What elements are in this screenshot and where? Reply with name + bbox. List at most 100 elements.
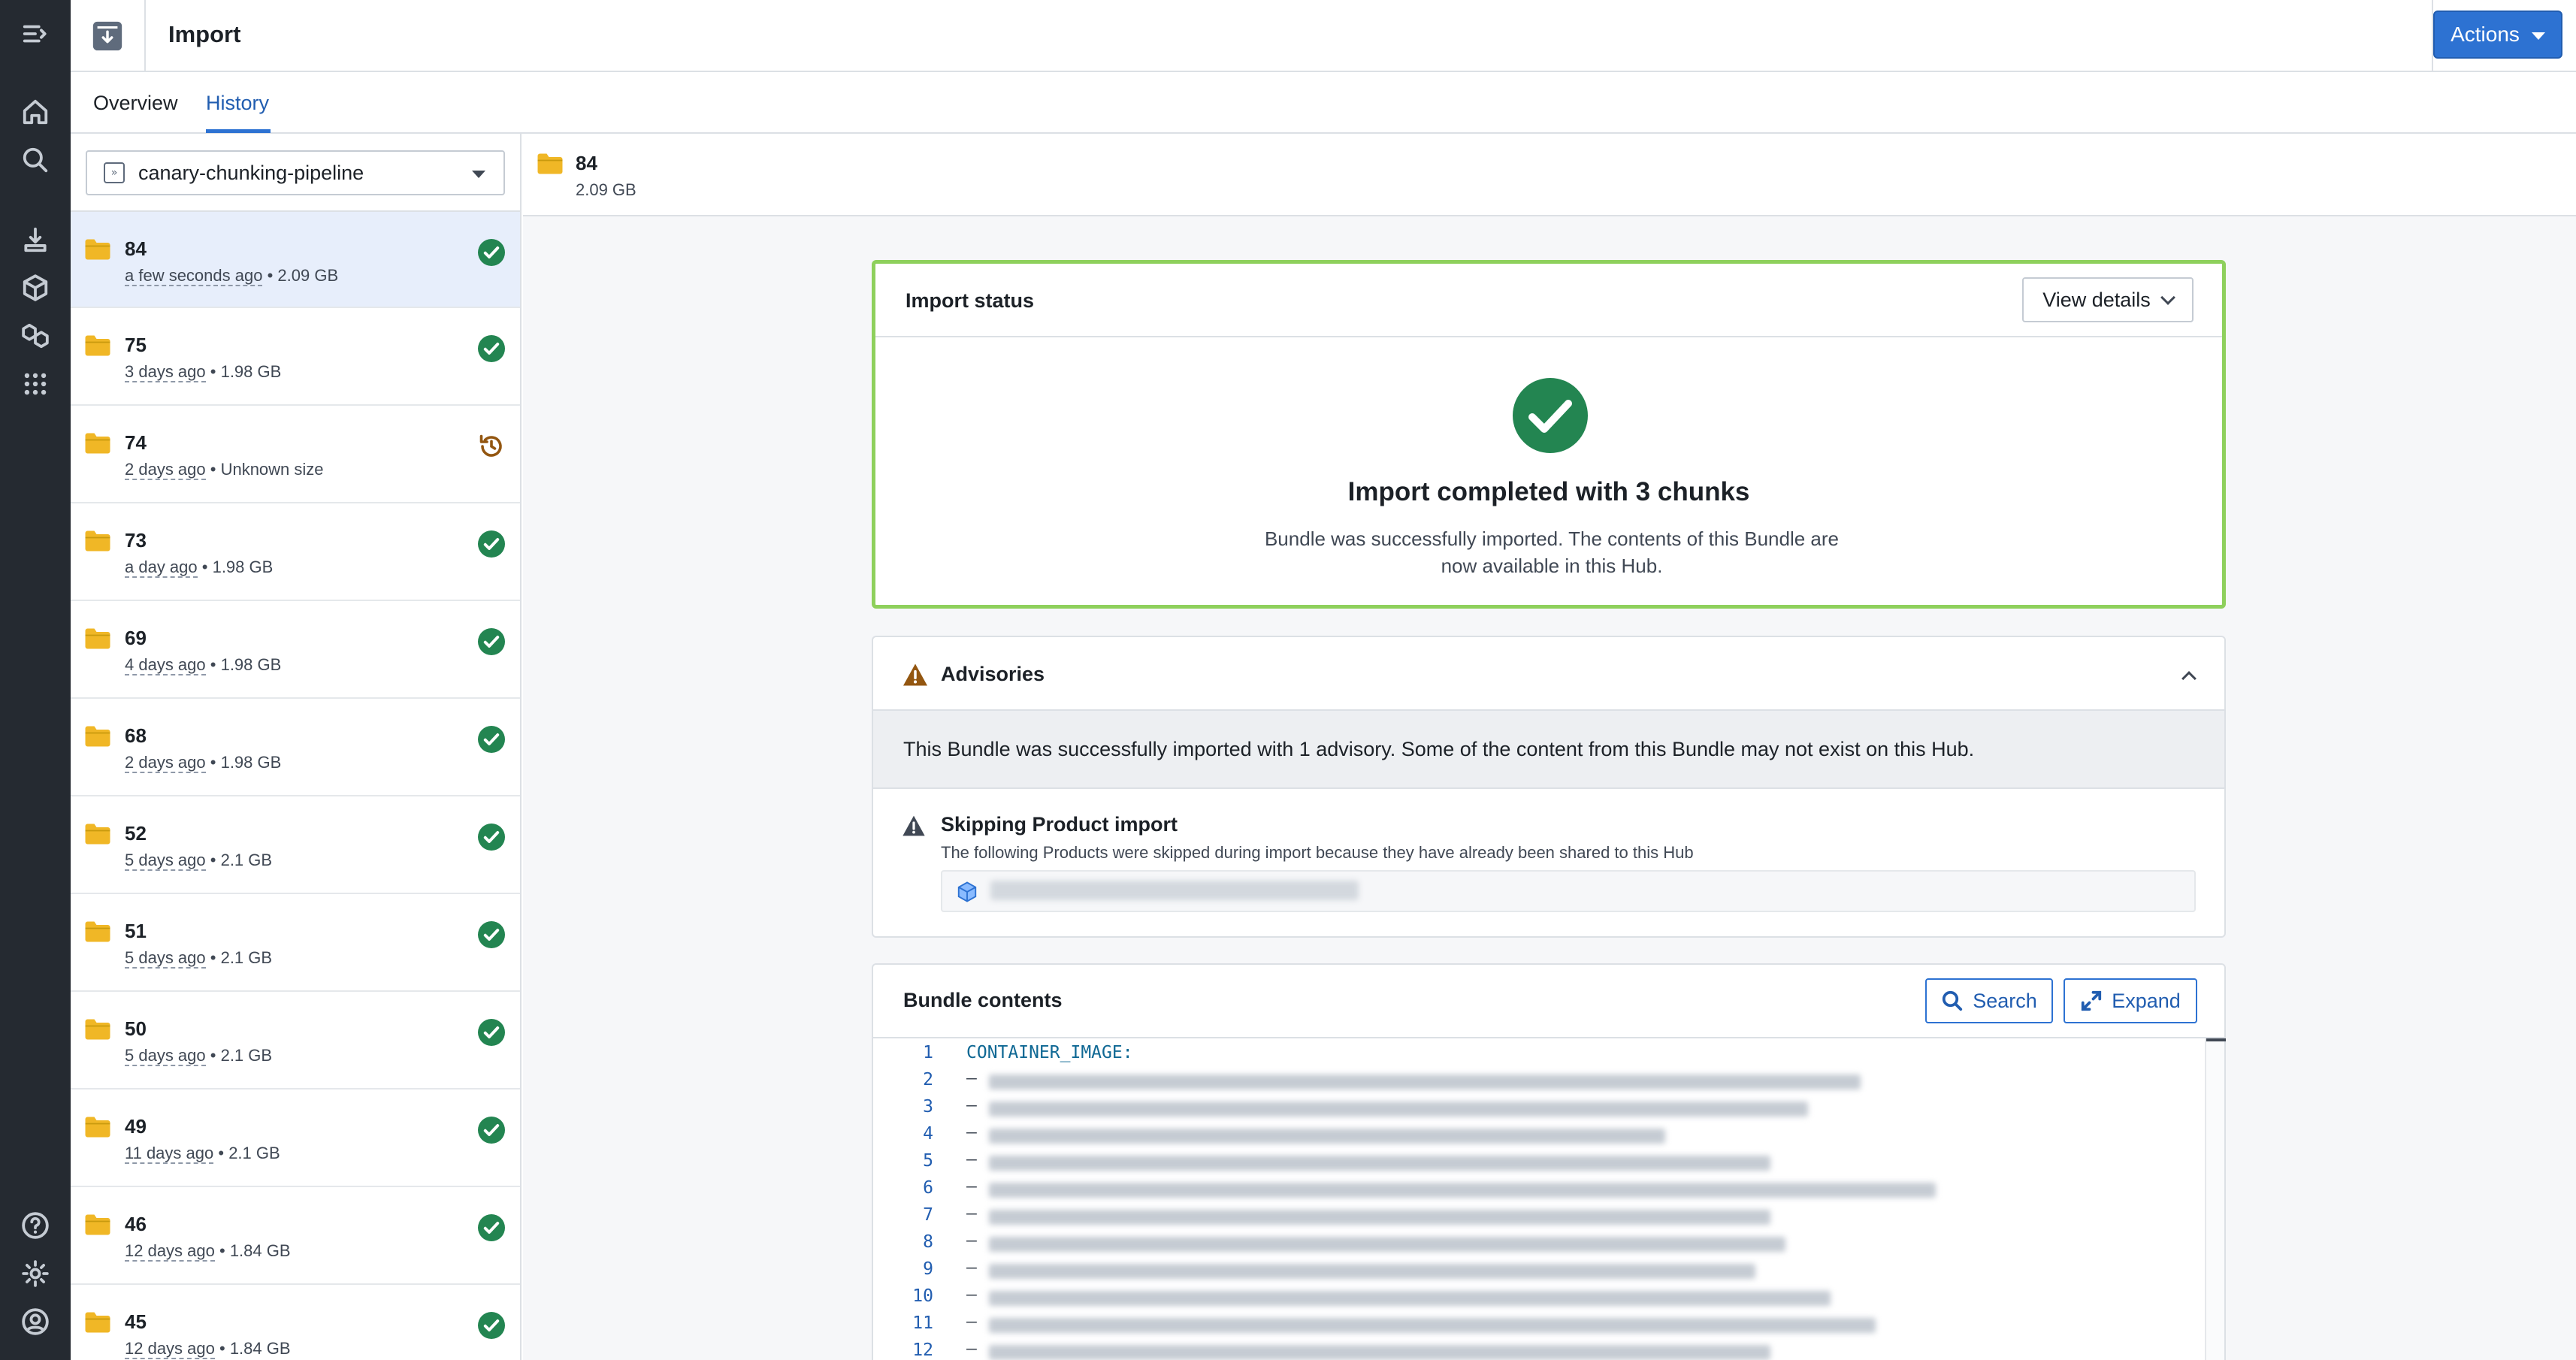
history-row-age: a few seconds ago: [125, 266, 263, 286]
success-check-icon: [478, 628, 505, 655]
user-account-icon[interactable]: [15, 1301, 56, 1342]
redacted-image-ref: [989, 1156, 1770, 1171]
history-row-meta: a day ago • 1.98 GB: [125, 558, 274, 578]
redacted-image-ref: [989, 1345, 1770, 1360]
code-dash: –: [966, 1096, 977, 1115]
advisory-item-title: Skipping Product import: [941, 813, 1178, 836]
history-row[interactable]: 69 4 days ago • 1.98 GB: [71, 601, 520, 699]
active-tab-indicator: [206, 129, 271, 133]
skipped-product-item[interactable]: [941, 870, 2196, 912]
history-row-size: 2.1 GB: [220, 1046, 273, 1065]
history-row-age: 5 days ago: [125, 948, 206, 969]
line-number: 7: [923, 1205, 933, 1225]
redacted-image-ref: [989, 1210, 1770, 1225]
code-dash: –: [966, 1285, 977, 1304]
search-icon[interactable]: [15, 140, 56, 180]
history-row-id: 73: [125, 529, 147, 552]
success-check-icon: [478, 1312, 505, 1339]
history-row-age: 12 days ago: [125, 1339, 215, 1359]
actions-button[interactable]: Actions: [2433, 11, 2562, 59]
history-row-age: 5 days ago: [125, 1046, 206, 1066]
folder-icon: [85, 239, 110, 260]
history-row-size: 2.09 GB: [277, 266, 339, 285]
redacted-image-ref: [989, 1264, 1755, 1279]
history-row-age: 4 days ago: [125, 655, 206, 675]
redacted-image-ref: [989, 1102, 1808, 1117]
history-row-meta: a few seconds ago • 2.09 GB: [125, 266, 339, 286]
advisory-item-description: The following Products were skipped duri…: [941, 843, 1694, 862]
history-row[interactable]: 49 11 days ago • 2.1 GB: [71, 1090, 520, 1187]
line-number: 8: [923, 1232, 933, 1252]
product-cube-icon[interactable]: [15, 267, 56, 308]
success-check-icon: [478, 824, 505, 851]
history-row-meta: 2 days ago • 1.98 GB: [125, 753, 282, 773]
history-row-size: 1.98 GB: [220, 655, 282, 674]
history-row[interactable]: 46 12 days ago • 1.84 GB: [71, 1187, 520, 1285]
advisories-card: Advisories This Bundle was successfully …: [872, 636, 2226, 938]
expand-button[interactable]: Expand: [2064, 978, 2197, 1023]
advisories-title: Advisories: [941, 663, 1045, 685]
history-row[interactable]: 51 5 days ago • 2.1 GB: [71, 894, 520, 992]
packages-icon[interactable]: [15, 316, 56, 356]
import-status-heading: Import completed with 3 chunks: [1347, 477, 1750, 506]
code-viewer[interactable]: 1 CONTAINER_IMAGE: 2–3–4–5–6–7–8–9–10–11–1…: [873, 1038, 2224, 1360]
redacted-image-ref: [989, 1237, 1785, 1252]
pipeline-select[interactable]: » canary-chunking-pipeline: [86, 150, 505, 195]
apps-grid-icon[interactable]: [15, 364, 56, 404]
history-row-age: 12 days ago: [125, 1241, 215, 1262]
history-row[interactable]: 50 5 days ago • 2.1 GB: [71, 992, 520, 1090]
history-row-id: 69: [125, 627, 147, 649]
history-row[interactable]: 73 a day ago • 1.98 GB: [71, 503, 520, 601]
redacted-image-ref: [989, 1318, 1876, 1333]
menu-expand-icon[interactable]: [15, 14, 56, 54]
history-panel: » canary-chunking-pipeline 84 a few secon…: [71, 134, 522, 1360]
folder-icon: [537, 153, 563, 174]
history-row-meta: 2 days ago • Unknown size: [125, 460, 324, 480]
code-dash: –: [966, 1258, 977, 1277]
history-row-meta: 4 days ago • 1.98 GB: [125, 655, 282, 675]
history-row-age: 2 days ago: [125, 460, 206, 480]
history-row-age: 3 days ago: [125, 362, 206, 382]
history-row[interactable]: 45 12 days ago • 1.84 GB: [71, 1285, 520, 1360]
page-title: Import: [168, 21, 241, 47]
folder-icon: [85, 1019, 110, 1040]
search-icon: [1943, 990, 1963, 1011]
history-row[interactable]: 68 2 days ago • 1.98 GB: [71, 699, 520, 796]
collapse-advisories-button[interactable]: [2181, 667, 2197, 686]
upload-import-icon[interactable]: [15, 219, 56, 260]
history-row[interactable]: 74 2 days ago • Unknown size: [71, 406, 520, 503]
settings-gear-icon[interactable]: [15, 1253, 56, 1294]
line-number: 1: [923, 1043, 933, 1062]
history-row-id: 75: [125, 334, 147, 356]
code-line: 12 –: [873, 1336, 2224, 1360]
import-status-title: Import status: [906, 289, 1035, 312]
code-dash: –: [966, 1204, 977, 1223]
line-number: 2: [923, 1070, 933, 1090]
history-row[interactable]: 75 3 days ago • 1.98 GB: [71, 308, 520, 406]
folder-icon: [85, 1214, 110, 1235]
line-number: 5: [923, 1151, 933, 1171]
help-icon[interactable]: [15, 1205, 56, 1246]
history-row-size: 2.1 GB: [220, 851, 273, 869]
code-dash: –: [966, 1339, 977, 1358]
redacted-product-name: [990, 881, 1359, 900]
caret-down-icon: [2531, 32, 2545, 40]
chevron-up-icon: [2181, 671, 2197, 686]
search-button[interactable]: Search: [1925, 978, 2053, 1023]
history-row[interactable]: 52 5 days ago • 2.1 GB: [71, 796, 520, 894]
view-details-button[interactable]: View details: [2022, 277, 2194, 322]
tab-overview[interactable]: Overview: [93, 92, 178, 115]
history-row-id: 51: [125, 920, 147, 942]
history-row-id: 84: [125, 237, 147, 260]
advisories-banner: This Bundle was successfully imported wi…: [873, 709, 2224, 789]
history-row[interactable]: 84 a few seconds ago • 2.09 GB: [71, 210, 520, 308]
history-row-id: 45: [125, 1310, 147, 1333]
tab-history[interactable]: History: [206, 92, 269, 115]
history-row-id: 74: [125, 431, 147, 454]
code-scrollbar[interactable]: [2205, 1038, 2226, 1360]
code-dash: –: [966, 1177, 977, 1196]
pipeline-icon: »: [104, 162, 125, 183]
import-detail-panel: 84 2.09 GB Import status View details Im…: [523, 134, 2576, 1360]
home-icon[interactable]: [15, 92, 56, 132]
history-list: 84 a few seconds ago • 2.09 GB 75 3 days ag…: [71, 210, 520, 1360]
